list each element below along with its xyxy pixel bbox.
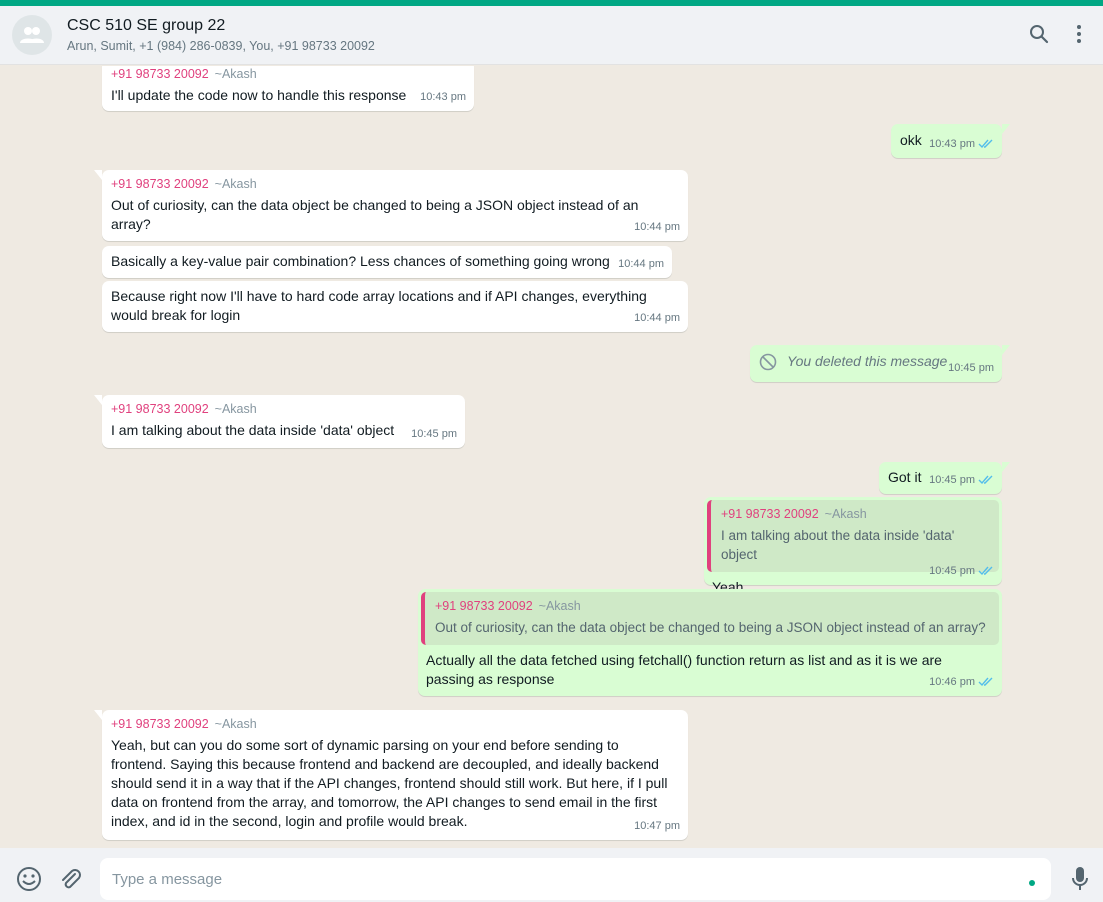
- message-text: Yeah, but can you do some sort of dynami…: [111, 737, 668, 829]
- message-outgoing-reply[interactable]: +91 98733 20092 ~Akash Out of curiosity, …: [418, 589, 1002, 696]
- message-outgoing[interactable]: Got it 10:45 pm: [879, 462, 1010, 494]
- emoji-icon[interactable]: [16, 866, 42, 892]
- message-time: 10:47 pm: [634, 820, 680, 832]
- message-text: Because right now I'll have to hard code…: [111, 288, 647, 323]
- message-time: 10:43 pm: [929, 138, 975, 150]
- message-incoming[interactable]: +91 98733 20092 ~Akash I'll update the co…: [102, 66, 474, 111]
- double-check-icon: [978, 677, 993, 687]
- message-time: 10:45 pm: [929, 474, 975, 486]
- message-time: 10:45 pm: [948, 362, 994, 374]
- message-incoming[interactable]: Because right now I'll have to hard code…: [102, 281, 688, 332]
- message-incoming[interactable]: +91 98733 20092 ~Akash Out of curiosity, …: [94, 170, 688, 241]
- chat-title[interactable]: CSC 510 SE group 22: [67, 17, 225, 35]
- composer-bar: [0, 848, 1103, 902]
- message-text: Actually all the data fetched using fetc…: [426, 652, 942, 687]
- message-list[interactable]: +91 98733 20092 ~Akash I'll update the co…: [0, 66, 1103, 848]
- message-time: 10:45 pm: [411, 428, 457, 440]
- message-sender: +91 98733 20092 ~Akash: [111, 177, 257, 191]
- message-incoming[interactable]: Basically a key-value pair combination? …: [102, 246, 672, 278]
- message-time: 10:43 pm: [420, 91, 466, 103]
- group-avatar[interactable]: [12, 15, 52, 55]
- double-check-icon: [978, 566, 993, 576]
- status-dot: [1029, 880, 1035, 886]
- chat-participants: Arun, Sumit, +1 (984) 286-0839, You, +91…: [67, 39, 375, 53]
- message-text: Out of curiosity, can the data object be…: [111, 197, 639, 232]
- message-time: 10:44 pm: [618, 258, 664, 270]
- message-time: 10:44 pm: [634, 221, 680, 233]
- blocked-icon: [759, 353, 777, 371]
- message-incoming[interactable]: +91 98733 20092 ~Akash I am talking about…: [94, 395, 465, 448]
- search-icon[interactable]: [1029, 24, 1049, 44]
- message-sender: +91 98733 20092 ~Akash: [111, 717, 257, 731]
- message-time: 10:46 pm: [929, 676, 975, 688]
- menu-icon[interactable]: [1072, 24, 1086, 44]
- message-text: I am talking about the data inside 'data…: [111, 422, 395, 438]
- quoted-sender: +91 98733 20092 ~Akash: [721, 507, 867, 521]
- message-time: 10:45 pm: [929, 565, 975, 577]
- message-outgoing-deleted[interactable]: You deleted this message 10:45 pm: [750, 345, 1010, 382]
- message-sender: +91 98733 20092 ~Akash: [111, 67, 257, 81]
- double-check-icon: [978, 475, 993, 485]
- microphone-icon[interactable]: [1071, 866, 1089, 892]
- quoted-message[interactable]: +91 98733 20092 ~Akash Out of curiosity, …: [421, 592, 999, 645]
- message-input-container[interactable]: [100, 858, 1051, 900]
- message-time: 10:44 pm: [634, 312, 680, 324]
- message-outgoing-reply[interactable]: +91 98733 20092 ~Akash I am talking about…: [704, 497, 1002, 595]
- message-sender: +91 98733 20092 ~Akash: [111, 402, 257, 416]
- message-text: Basically a key-value pair combination? …: [111, 253, 610, 269]
- message-input[interactable]: [112, 868, 1012, 890]
- message-text: I'll update the code now to handle this …: [111, 87, 407, 103]
- group-icon: [20, 27, 44, 43]
- double-check-icon: [978, 139, 993, 149]
- message-outgoing[interactable]: okk 10:43 pm: [891, 124, 1010, 158]
- attach-icon[interactable]: [57, 866, 83, 892]
- message-incoming[interactable]: +91 98733 20092 ~Akash Yeah, but can you …: [94, 710, 688, 840]
- chat-header[interactable]: CSC 510 SE group 22 Arun, Sumit, +1 (984…: [0, 6, 1103, 65]
- quoted-text: Out of curiosity, can the data object be…: [435, 620, 986, 635]
- quoted-sender: +91 98733 20092 ~Akash: [435, 599, 581, 613]
- quoted-text: I am talking about the data inside 'data…: [721, 528, 955, 562]
